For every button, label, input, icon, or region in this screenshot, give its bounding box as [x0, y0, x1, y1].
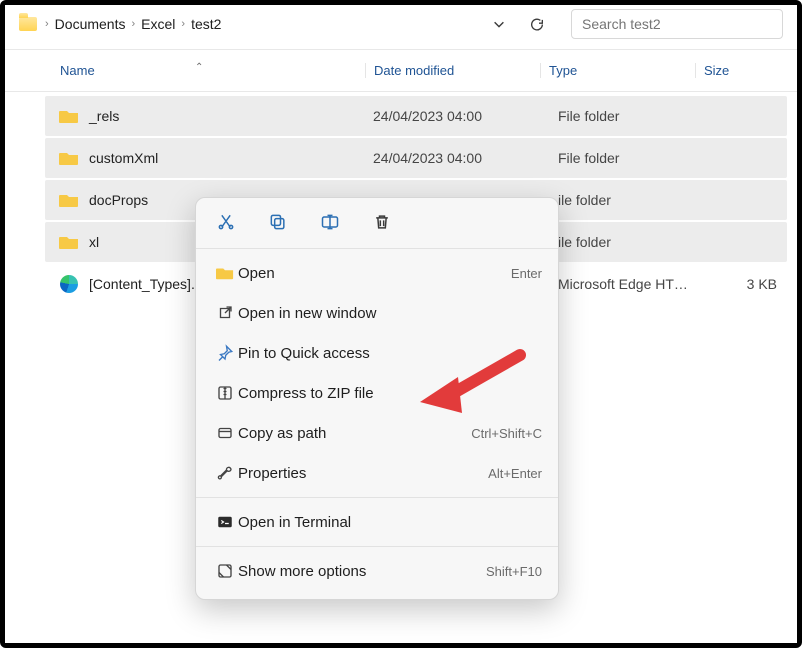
address-bar: › Documents › Excel › test2	[5, 5, 797, 50]
item-type: ile folder	[558, 192, 713, 208]
item-type: Microsoft Edge HT…	[558, 276, 713, 292]
menu-show-more-options[interactable]: Show more options Shift+F10	[196, 551, 558, 591]
copy-icon[interactable]	[266, 210, 290, 234]
menu-pin-quick-access[interactable]: Pin to Quick access	[196, 333, 558, 373]
sort-ascending-icon: ⌃	[195, 62, 203, 73]
menu-label: Properties	[238, 465, 488, 482]
list-item[interactable]: _rels 24/04/2023 04:00 File folder	[45, 96, 787, 136]
pin-icon	[212, 344, 238, 362]
item-type: File folder	[558, 108, 713, 124]
terminal-icon	[212, 513, 238, 531]
menu-accelerator: Ctrl+Shift+C	[471, 426, 542, 441]
properties-icon	[212, 464, 238, 482]
breadcrumb-documents[interactable]: Documents	[55, 16, 126, 32]
folder-icon	[19, 17, 37, 31]
search-input[interactable]	[571, 9, 783, 39]
cut-icon[interactable]	[214, 210, 238, 234]
item-date: 24/04/2023 04:00	[373, 108, 548, 124]
chevron-right-icon: ›	[131, 18, 135, 30]
folder-open-icon	[212, 265, 238, 281]
item-type: ile folder	[558, 234, 713, 250]
menu-label: Open in Terminal	[238, 514, 542, 531]
menu-compress-zip[interactable]: Compress to ZIP file	[196, 373, 558, 413]
new-window-icon	[212, 304, 238, 322]
menu-open-new-window[interactable]: Open in new window	[196, 293, 558, 333]
item-name: _rels	[89, 108, 363, 124]
column-name[interactable]: Name ⌃	[60, 63, 365, 78]
column-type[interactable]: Type	[540, 63, 695, 78]
item-type: File folder	[558, 150, 713, 166]
menu-label: Copy as path	[238, 425, 471, 442]
folder-icon	[59, 192, 79, 208]
menu-open-terminal[interactable]: Open in Terminal	[196, 502, 558, 542]
menu-accelerator: Shift+F10	[486, 564, 542, 579]
file-explorer-window: › Documents › Excel › test2 Name ⌃	[5, 5, 797, 643]
menu-properties[interactable]: Properties Alt+Enter	[196, 453, 558, 493]
column-headers: Name ⌃ Date modified Type Size	[5, 50, 797, 92]
more-icon	[212, 562, 238, 580]
delete-icon[interactable]	[370, 210, 394, 234]
menu-open[interactable]: Open Enter	[196, 253, 558, 293]
folder-icon	[59, 234, 79, 250]
menu-label: Open	[238, 265, 511, 282]
zip-icon	[212, 384, 238, 402]
folder-icon	[59, 150, 79, 166]
refresh-button[interactable]	[529, 16, 545, 32]
rename-icon[interactable]	[318, 210, 342, 234]
folder-icon	[59, 108, 79, 124]
column-size[interactable]: Size	[695, 63, 775, 78]
menu-label: Show more options	[238, 563, 486, 580]
menu-label: Compress to ZIP file	[238, 385, 542, 402]
menu-label: Open in new window	[238, 305, 542, 322]
column-date-modified[interactable]: Date modified	[365, 63, 540, 78]
history-dropdown-button[interactable]	[491, 16, 507, 32]
context-menu: Open Enter Open in new window Pin to Qui…	[195, 197, 559, 600]
item-size: 3 KB	[723, 276, 783, 292]
context-menu-toolbar	[196, 210, 558, 244]
copy-path-icon	[212, 424, 238, 442]
edge-icon	[59, 275, 79, 293]
item-date: 24/04/2023 04:00	[373, 150, 548, 166]
menu-label: Pin to Quick access	[238, 345, 542, 362]
list-item[interactable]: customXml 24/04/2023 04:00 File folder	[45, 138, 787, 178]
column-name-label: Name	[60, 63, 95, 78]
breadcrumb-excel[interactable]: Excel	[141, 16, 175, 32]
item-name: customXml	[89, 150, 363, 166]
breadcrumb-test2[interactable]: test2	[191, 16, 221, 32]
menu-accelerator: Alt+Enter	[488, 466, 542, 481]
chevron-right-icon: ›	[181, 18, 185, 30]
menu-copy-as-path[interactable]: Copy as path Ctrl+Shift+C	[196, 413, 558, 453]
chevron-right-icon: ›	[45, 18, 49, 30]
breadcrumb: › Documents › Excel › test2	[45, 16, 221, 32]
menu-accelerator: Enter	[511, 266, 542, 281]
